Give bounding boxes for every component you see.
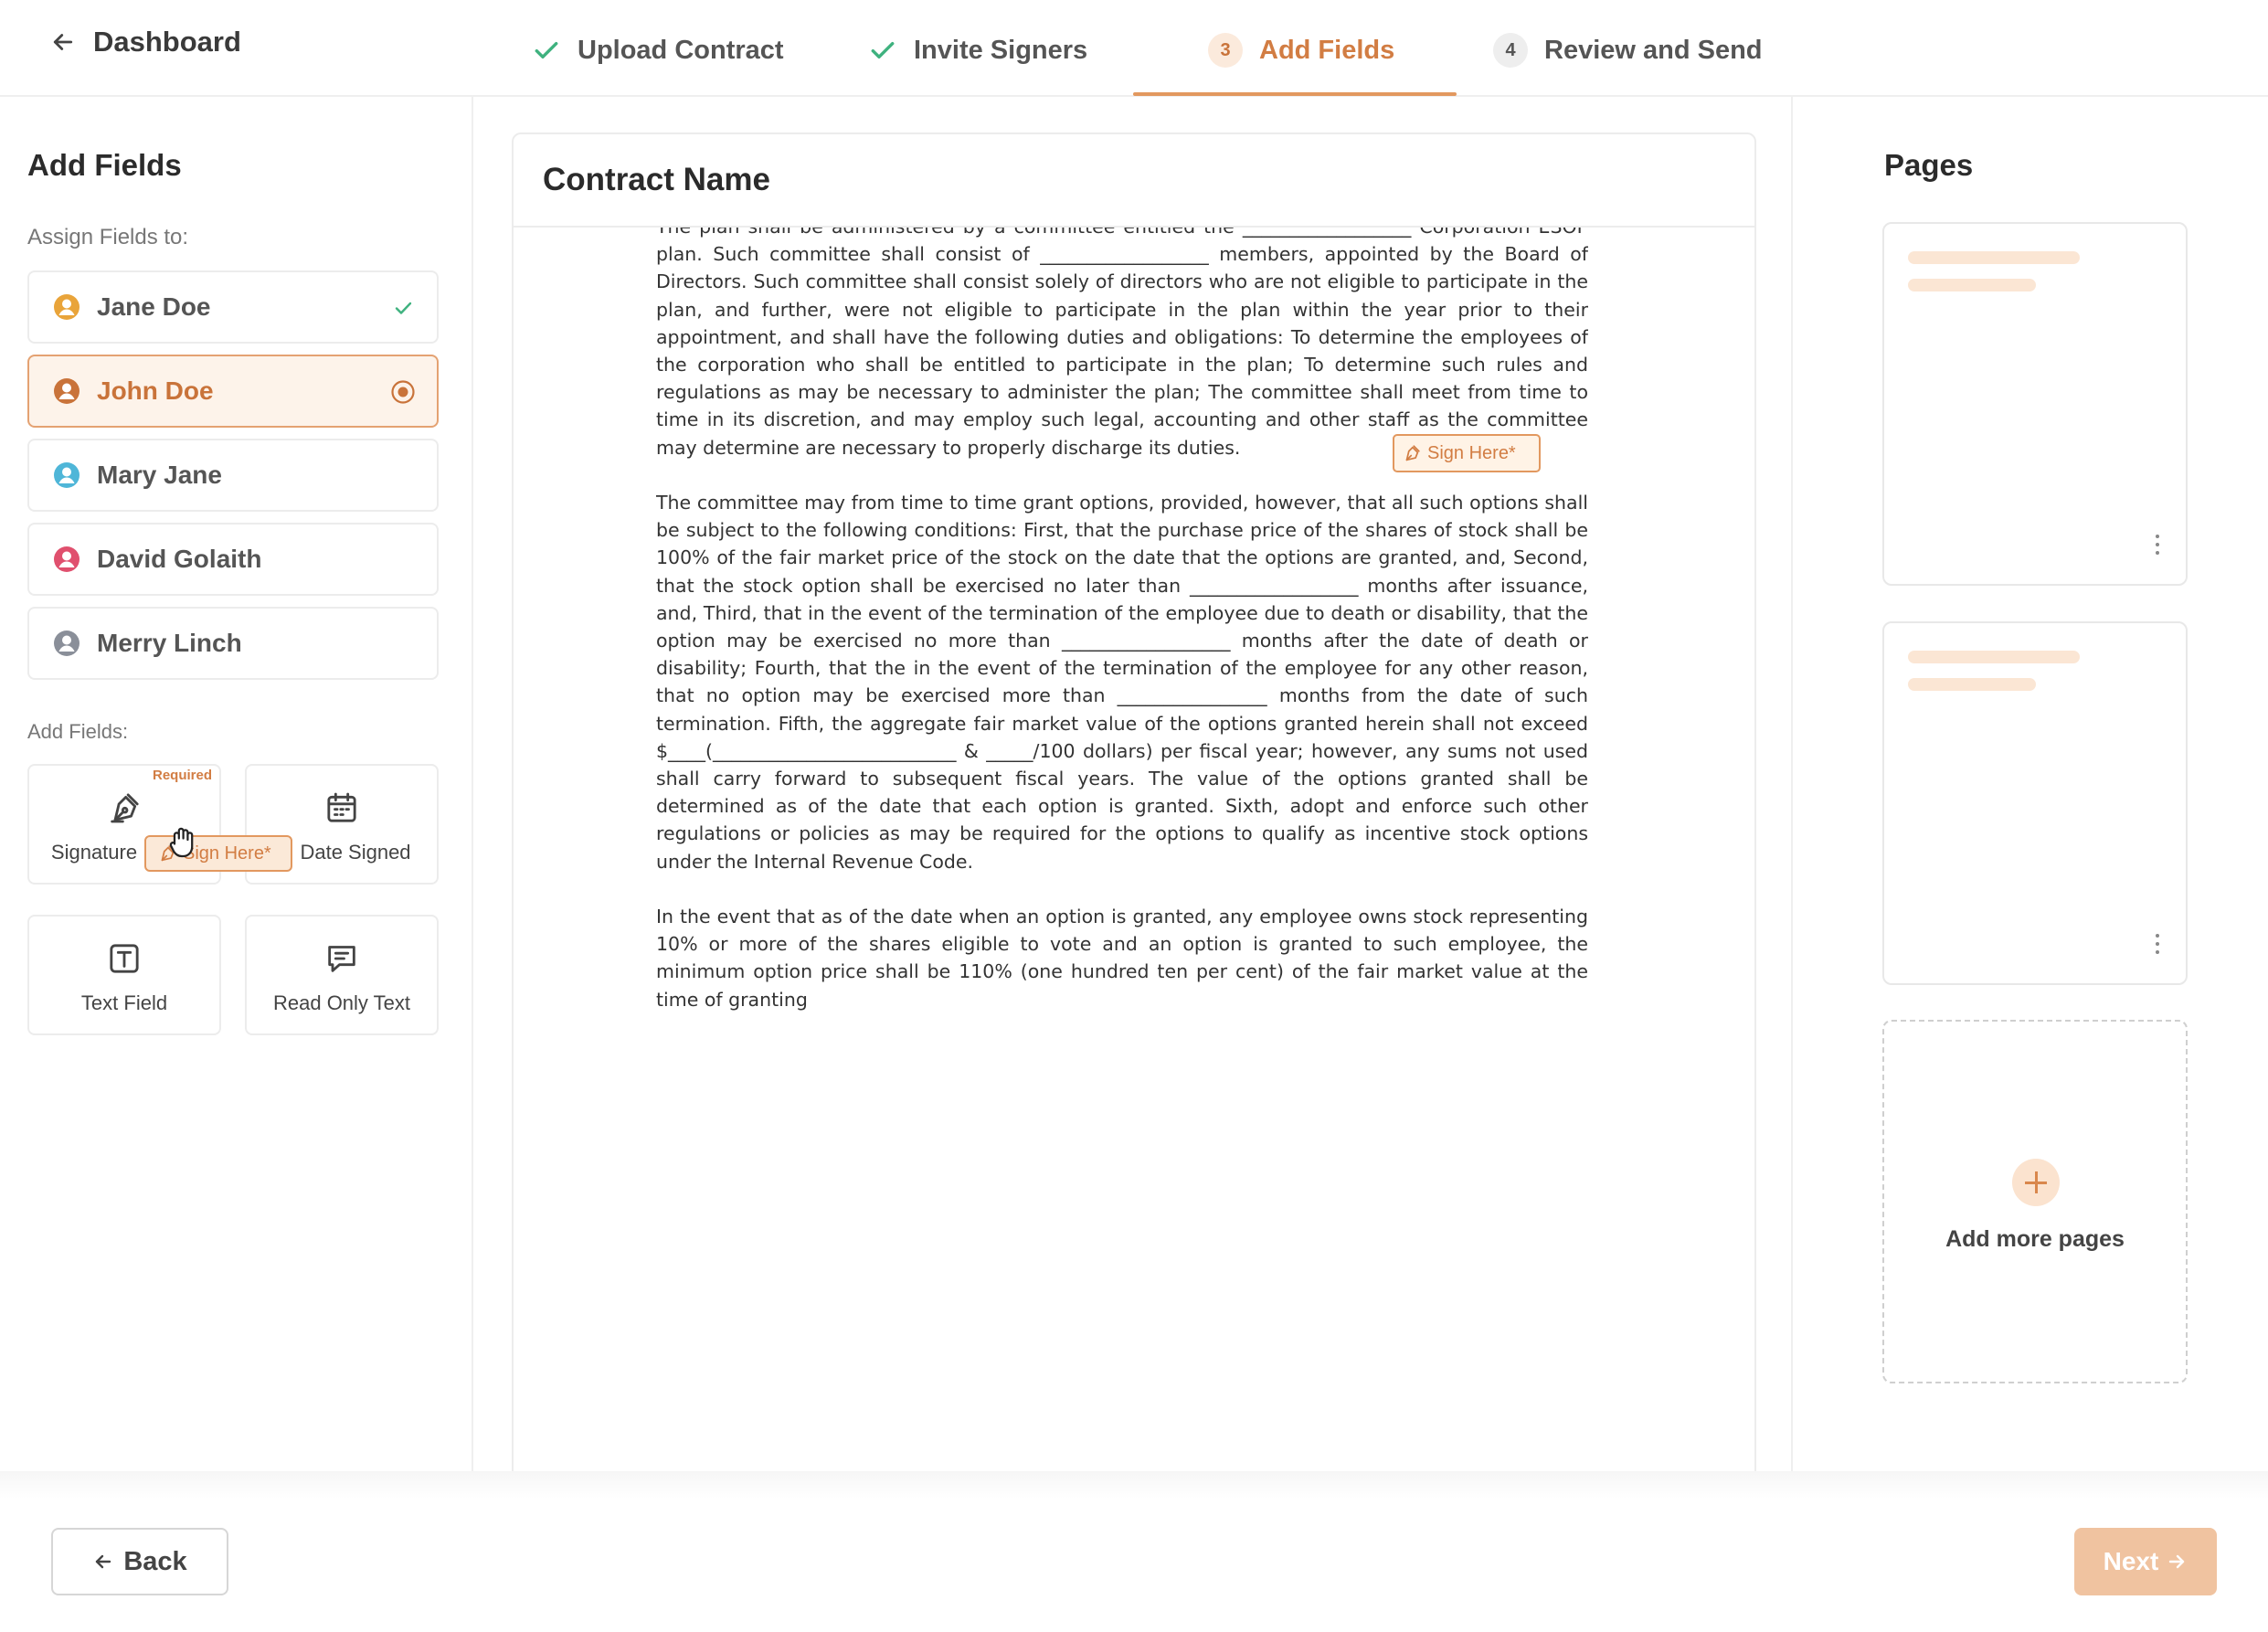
arrow-left-icon: [96, 1554, 111, 1569]
pen-nib-icon: [1405, 445, 1420, 461]
field-label: Date Signed: [300, 841, 411, 864]
signer-mary-jane[interactable]: Mary Jane: [27, 439, 439, 512]
dashboard-label: Dashboard: [93, 26, 241, 58]
grab-cursor-icon: [169, 827, 194, 858]
check-icon: [535, 41, 558, 59]
signer-name: Merry Linch: [97, 629, 242, 657]
message-icon: [328, 946, 355, 972]
footer: Back Next: [0, 1471, 2268, 1632]
thumbnail-placeholder-line: [1908, 251, 2080, 264]
user-avatar-icon: [54, 546, 79, 572]
document-card: Contract Name The plan shall be administ…: [512, 132, 1756, 1503]
signer-merry-linch[interactable]: Merry Linch: [27, 607, 439, 680]
add-pages-label: Add more pages: [1945, 1226, 2125, 1252]
signer-name: Jane Doe: [97, 292, 211, 321]
document-paragraph: The plan shall be administered by a comm…: [656, 228, 1588, 459]
more-vertical-icon[interactable]: [2153, 533, 2162, 556]
field-label: Sign Here*: [1427, 442, 1516, 463]
add-more-pages-button[interactable]: Add more pages: [1882, 1020, 2188, 1383]
step-invite-signers[interactable]: Invite Signers: [868, 27, 1087, 73]
next-label: Next: [2103, 1547, 2159, 1575]
field-label: Read Only Text: [272, 991, 410, 1014]
step-add-fields[interactable]: 3 Add Fields: [1208, 27, 1394, 73]
plus-icon: [2012, 1159, 2060, 1206]
radio-selected-icon: [391, 380, 415, 404]
next-button[interactable]: Next: [2074, 1528, 2217, 1595]
signer-name: Mary Jane: [97, 461, 222, 489]
more-vertical-icon[interactable]: [2153, 932, 2162, 956]
dashboard-back-link[interactable]: Dashboard: [49, 20, 241, 64]
arrow-left-icon: [53, 34, 73, 50]
step-number: 4: [1493, 33, 1528, 68]
step-label: Review and Send: [1544, 35, 1763, 65]
document-header: Contract Name: [514, 134, 1754, 228]
user-avatar-icon: [54, 462, 79, 488]
calendar-icon: [327, 792, 356, 822]
assign-fields-label: Assign Fields to:: [27, 225, 189, 249]
signer-jane-doe[interactable]: Jane Doe: [27, 270, 439, 344]
page-thumbnail-2[interactable]: [1882, 621, 2188, 985]
document-body[interactable]: The plan shall be administered by a comm…: [656, 228, 1588, 1032]
user-avatar-icon: [54, 631, 79, 656]
back-label: Back: [123, 1546, 187, 1576]
required-badge: Required: [152, 768, 212, 783]
step-label: Add Fields: [1259, 35, 1395, 65]
step-number: 3: [1208, 33, 1243, 68]
add-fields-label: Add Fields:: [27, 720, 129, 743]
pages-title: Pages: [1884, 148, 1974, 182]
signer-john-doe[interactable]: John Doe: [27, 355, 439, 428]
thumbnail-placeholder-line: [1908, 651, 2080, 663]
page-thumbnail-1[interactable]: [1882, 222, 2188, 586]
placed-sign-here-field[interactable]: Sign Here*: [1393, 434, 1541, 472]
field-text-field[interactable]: Text Field: [27, 915, 221, 1035]
active-step-indicator: [1133, 92, 1457, 96]
signer-david-golaith[interactable]: David Golaith: [27, 523, 439, 596]
pen-nib-icon: [111, 793, 139, 823]
field-label: Text Field: [80, 991, 168, 1014]
back-button[interactable]: Back: [51, 1528, 228, 1595]
step-review-and-send[interactable]: 4 Review and Send: [1493, 27, 1763, 73]
panel-title: Add Fields: [27, 148, 182, 182]
step-label: Invite Signers: [914, 35, 1088, 65]
thumbnail-placeholder-line: [1908, 279, 2036, 291]
top-bar: Dashboard Upload Contract Invite Signers…: [0, 0, 2268, 97]
field-read-only-text[interactable]: Read Only Text: [245, 915, 439, 1035]
arrow-right-icon: [2169, 1554, 2185, 1569]
contract-name: Contract Name: [543, 162, 770, 197]
signer-name: David Golaith: [97, 545, 262, 573]
left-panel: Add Fields Assign Fields to: Jane Doe Jo…: [0, 97, 473, 1471]
check-icon: [871, 41, 895, 59]
step-label: Upload Contract: [578, 35, 784, 65]
document-paragraph: The committee may from time to time gran…: [656, 492, 1588, 873]
field-label: Signature: [50, 841, 138, 864]
text-box-icon: [110, 944, 139, 973]
step-upload-contract[interactable]: Upload Contract: [532, 27, 784, 73]
user-avatar-icon: [54, 294, 79, 320]
thumbnail-placeholder-line: [1908, 678, 2036, 691]
user-avatar-icon: [54, 378, 79, 404]
check-icon: [395, 302, 412, 314]
document-paragraph: In the event that as of the date when an…: [656, 906, 1588, 1011]
signer-name: John Doe: [97, 376, 214, 405]
